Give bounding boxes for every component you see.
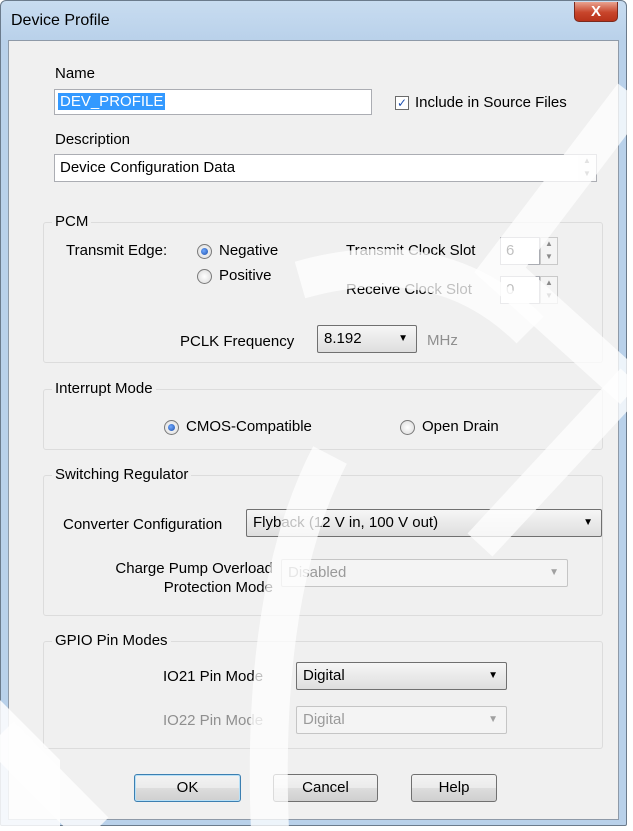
chevron-down-icon: ▼ [398, 333, 408, 344]
charge-pump-label: Charge Pump Overload Protection Mode [93, 559, 273, 597]
cmos-compatible-radio[interactable] [164, 420, 179, 435]
window-title: Device Profile [11, 12, 110, 29]
open-drain-radio[interactable] [400, 420, 415, 435]
spin-up-icon: ▲ [545, 239, 553, 248]
help-button[interactable]: Help [411, 774, 497, 802]
negative-radio-label[interactable]: Negative [219, 242, 278, 259]
positive-radio[interactable] [197, 269, 212, 284]
name-label: Name [55, 65, 96, 82]
converter-configuration-label: Converter Configuration [63, 516, 223, 533]
gpio-pin-modes-title: GPIO Pin Modes [52, 632, 171, 649]
description-scroll[interactable]: ▲ ▼ [578, 155, 596, 181]
scroll-down-icon: ▼ [583, 169, 591, 178]
pclk-frequency-value: 8.192 [324, 330, 362, 347]
spin-up-icon: ▲ [545, 278, 553, 287]
spin-down-icon: ▼ [545, 252, 553, 261]
chevron-down-icon: ▼ [549, 567, 559, 578]
io21-pin-mode-select[interactable]: Digital ▼ [296, 662, 507, 690]
io21-pin-mode-value: Digital [303, 667, 345, 684]
receive-clock-slot-spinner[interactable]: ▲ ▼ [540, 276, 558, 304]
device-profile-window: Device Profile X Name DEV_PROFILE ✓ Incl… [0, 0, 627, 826]
checkmark-icon: ✓ [396, 96, 408, 110]
io22-pin-mode-value: Digital [303, 711, 345, 728]
interrupt-mode-title: Interrupt Mode [52, 380, 156, 397]
transmit-clock-slot-input[interactable]: 6 [500, 237, 540, 265]
charge-pump-value: Disabled [288, 564, 347, 581]
transmit-clock-slot-label: Transmit Clock Slot [346, 242, 476, 259]
open-drain-label[interactable]: Open Drain [422, 418, 499, 435]
transmit-edge-label: Transmit Edge: [66, 242, 168, 259]
receive-clock-slot-input[interactable]: 0 [500, 276, 540, 304]
cancel-button[interactable]: Cancel [273, 774, 378, 802]
spin-down-icon: ▼ [545, 291, 553, 300]
description-input-value: Device Configuration Data [60, 159, 236, 176]
transmit-clock-slot-spinner[interactable]: ▲ ▼ [540, 237, 558, 265]
chevron-down-icon: ▼ [488, 670, 498, 681]
io21-pin-mode-label: IO21 Pin Mode [163, 668, 264, 685]
close-button[interactable]: X [574, 2, 618, 22]
pclk-unit-label: MHz [427, 332, 458, 349]
scroll-up-icon: ▲ [583, 156, 591, 165]
interrupt-mode-group: Interrupt Mode [43, 380, 603, 450]
transmit-clock-slot-value: 6 [506, 242, 515, 259]
charge-pump-label-line2: Protection Mode [163, 579, 273, 596]
chevron-down-icon: ▼ [583, 517, 593, 528]
include-source-checkbox[interactable]: ✓ [395, 96, 409, 110]
description-input[interactable]: Device Configuration Data ▲ ▼ [54, 154, 597, 182]
negative-radio[interactable] [197, 244, 212, 259]
receive-clock-slot-value: 0 [506, 281, 515, 298]
pclk-frequency-label: PCLK Frequency [180, 333, 295, 350]
converter-configuration-value: Flyback (12 V in, 100 V out) [253, 514, 439, 531]
name-input[interactable]: DEV_PROFILE [54, 89, 372, 115]
description-label: Description [55, 131, 131, 148]
io22-pin-mode-label: IO22 Pin Mode [163, 712, 264, 729]
receive-clock-slot-label: Receive Clock Slot [346, 281, 472, 298]
charge-pump-label-line1: Charge Pump Overload [115, 560, 273, 577]
name-input-value: DEV_PROFILE [58, 93, 166, 110]
switching-regulator-title: Switching Regulator [52, 466, 192, 483]
charge-pump-select[interactable]: Disabled ▼ [281, 559, 568, 587]
io22-pin-mode-select[interactable]: Digital ▼ [296, 706, 507, 734]
title-bar[interactable]: Device Profile X [1, 1, 626, 41]
chevron-down-icon: ▼ [488, 714, 498, 725]
include-source-label[interactable]: Include in Source Files [415, 94, 567, 111]
dialog-body: Name DEV_PROFILE ✓ Include in Source Fil… [8, 40, 619, 820]
cmos-compatible-label[interactable]: CMOS-Compatible [186, 418, 312, 435]
converter-configuration-select[interactable]: Flyback (12 V in, 100 V out) ▼ [246, 509, 602, 537]
ok-button[interactable]: OK [134, 774, 241, 802]
pcm-group-title: PCM [52, 213, 92, 230]
positive-radio-label[interactable]: Positive [219, 267, 272, 284]
close-icon: X [590, 3, 601, 20]
pclk-frequency-select[interactable]: 8.192 ▼ [317, 325, 417, 353]
